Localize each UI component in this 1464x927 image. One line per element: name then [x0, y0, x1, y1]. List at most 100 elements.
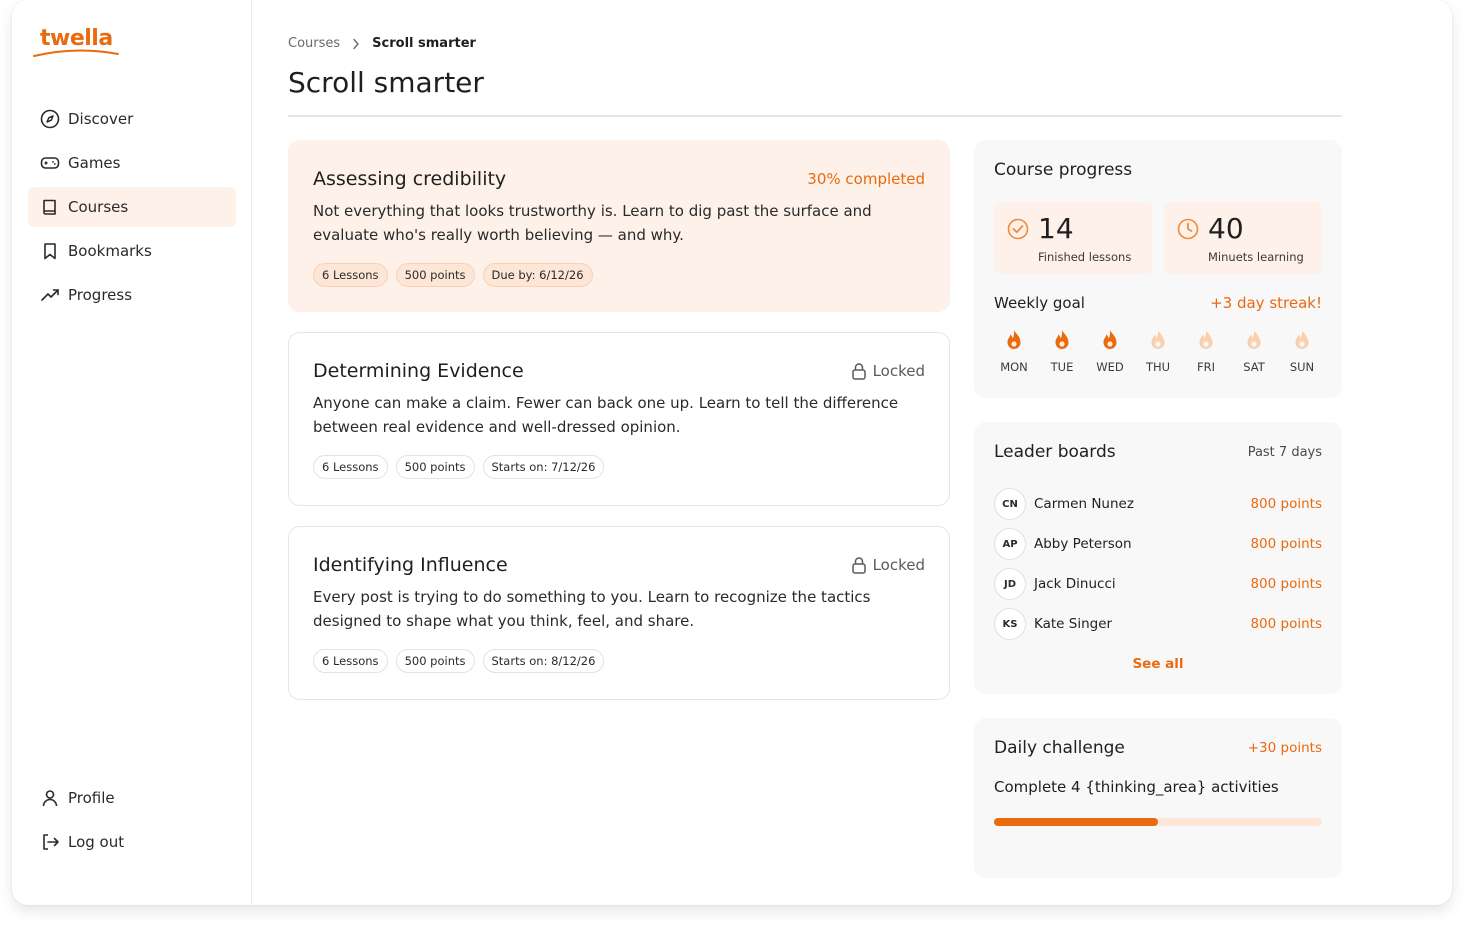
sidebar-item-discover[interactable]: Discover: [28, 99, 236, 139]
trending-up-icon: [40, 285, 60, 305]
leaderboard-points: 800 points: [1250, 576, 1322, 592]
course-description: Not everything that looks trustworthy is…: [313, 202, 872, 244]
course-tags: 6 Lessons 500 points Due by: 6/12/26: [313, 263, 925, 287]
avatar: CN: [994, 488, 1026, 520]
breadcrumb-courses-link[interactable]: Courses: [288, 36, 340, 51]
header-divider: [288, 115, 1342, 117]
date-tag: Starts on: 8/12/26: [482, 649, 605, 673]
weekly-days: MON TUE WED THU FRI SAT SUN: [994, 328, 1322, 374]
day-label: MON: [1000, 360, 1028, 374]
minutes-learning-stat: 40 Minuets learning: [1164, 202, 1322, 274]
leaderboard-points: 800 points: [1250, 496, 1322, 512]
leaderboard-points: 800 points: [1250, 616, 1322, 632]
twella-logo[interactable]: twella: [33, 26, 119, 57]
course-title: Assessing credibility: [313, 168, 507, 190]
points-tag: 500 points: [395, 263, 475, 287]
logout-icon: [40, 832, 60, 852]
leaderboard-range[interactable]: Past 7 days: [1248, 445, 1322, 460]
lessons-tag: 6 Lessons: [313, 263, 388, 287]
course-tags: 6 Lessons 500 points Starts on: 7/12/26: [313, 455, 925, 479]
page-title: Scroll smarter: [288, 66, 484, 99]
sidebar-item-logout[interactable]: Log out: [28, 822, 236, 862]
minutes-learning-value: 40: [1208, 212, 1244, 245]
course-card-identifying-influence[interactable]: Identifying Influence Locked Every post …: [288, 526, 950, 700]
flame-icon: [1196, 328, 1216, 352]
daily-challenge-points: +30 points: [1247, 740, 1322, 756]
day-label: FRI: [1197, 360, 1215, 374]
date-tag: Starts on: 7/12/26: [482, 455, 605, 479]
clock-icon: [1177, 218, 1199, 244]
flame-icon: [1292, 328, 1312, 352]
course-progress-title: Course progress: [994, 160, 1133, 180]
sidebar-item-label: Progress: [68, 286, 133, 304]
lessons-tag: 6 Lessons: [313, 649, 388, 673]
flame-icon: [1004, 328, 1024, 352]
sidebar-item-progress[interactable]: Progress: [28, 275, 236, 315]
app-window: twella Discover Games Courses Bookmarks …: [12, 0, 1452, 905]
sidebar-item-games[interactable]: Games: [28, 143, 236, 183]
lock-icon: [851, 363, 866, 380]
course-card-assessing-credibility[interactable]: Assessing credibility 30% completed Not …: [288, 140, 950, 312]
avatar: AP: [994, 528, 1026, 560]
daily-challenge-title: Daily challenge: [994, 738, 1125, 758]
day-sat: SAT: [1236, 328, 1272, 374]
sidebar-item-bookmarks[interactable]: Bookmarks: [28, 231, 236, 271]
day-label: SAT: [1243, 360, 1265, 374]
lock-icon: [851, 557, 866, 574]
streak-label: +3 day streak!: [1210, 294, 1322, 312]
course-progress-panel: Course progress 14 Finished lessons 40 M…: [974, 140, 1342, 398]
check-circle-icon: [1007, 218, 1029, 244]
sidebar-item-label: Discover: [68, 110, 134, 128]
course-completion-status: 30% completed: [807, 170, 925, 188]
course-card-determining-evidence[interactable]: Determining Evidence Locked Anyone can m…: [288, 332, 950, 506]
avatar: KS: [994, 608, 1026, 640]
breadcrumb-current: Scroll smarter: [372, 36, 476, 51]
minutes-learning-label: Minuets learning: [1208, 250, 1304, 264]
leaderboard-name: Carmen Nunez: [1034, 496, 1134, 512]
sidebar-item-label: Games: [68, 154, 121, 172]
sidebar-item-profile[interactable]: Profile: [28, 778, 236, 818]
flame-icon: [1100, 328, 1120, 352]
locked-label: Locked: [872, 556, 925, 574]
day-tue: TUE: [1044, 328, 1080, 374]
sidebar-item-label: Bookmarks: [68, 242, 152, 260]
leaderboard-name: Jack Dinucci: [1034, 576, 1116, 592]
course-lock-status: Locked: [851, 556, 925, 574]
bookmark-icon: [40, 241, 60, 261]
leaderboard-row: KS Kate Singer 800 points: [994, 604, 1322, 644]
daily-challenge-panel: Daily challenge +30 points Complete 4 {t…: [974, 718, 1342, 878]
points-tag: 500 points: [395, 649, 475, 673]
leaderboard-name: Kate Singer: [1034, 616, 1113, 632]
leaderboard-row: CN Carmen Nunez 800 points: [994, 484, 1322, 524]
book-icon: [40, 197, 60, 217]
day-mon: MON: [996, 328, 1032, 374]
flame-icon: [1244, 328, 1264, 352]
day-wed: WED: [1092, 328, 1128, 374]
sidebar-item-label: Courses: [68, 198, 129, 216]
leaderboard-panel: Leader boards Past 7 days CN Carmen Nune…: [974, 422, 1342, 694]
day-sun: SUN: [1284, 328, 1320, 374]
course-title: Identifying Influence: [313, 554, 508, 576]
day-label: SUN: [1289, 360, 1315, 374]
user-icon: [40, 788, 60, 808]
gamepad-icon: [40, 153, 60, 173]
day-fri: FRI: [1188, 328, 1224, 374]
finished-lessons-stat: 14 Finished lessons: [994, 202, 1152, 274]
course-lock-status: Locked: [851, 362, 925, 380]
finished-lessons-label: Finished lessons: [1038, 250, 1132, 264]
course-tags: 6 Lessons 500 points Starts on: 8/12/26: [313, 649, 925, 673]
sidebar-item-label: Profile: [68, 789, 115, 807]
chevron-right-icon: [352, 38, 360, 50]
see-all-link[interactable]: See all: [994, 656, 1322, 672]
sidebar-item-courses[interactable]: Courses: [28, 187, 236, 227]
progress-bar-fill: [994, 818, 1158, 826]
course-title: Determining Evidence: [313, 360, 524, 382]
weekly-goal-row: Weekly goal +3 day streak!: [994, 294, 1322, 312]
weekly-goal-title: Weekly goal: [994, 294, 1085, 312]
flame-icon: [1052, 328, 1072, 352]
logo-swoosh-icon: [33, 49, 119, 57]
sidebar-bottom-nav: Profile Log out: [28, 778, 236, 866]
avatar: JD: [994, 568, 1026, 600]
leaderboard-row: AP Abby Peterson 800 points: [994, 524, 1322, 564]
leaderboard-points: 800 points: [1250, 536, 1322, 552]
